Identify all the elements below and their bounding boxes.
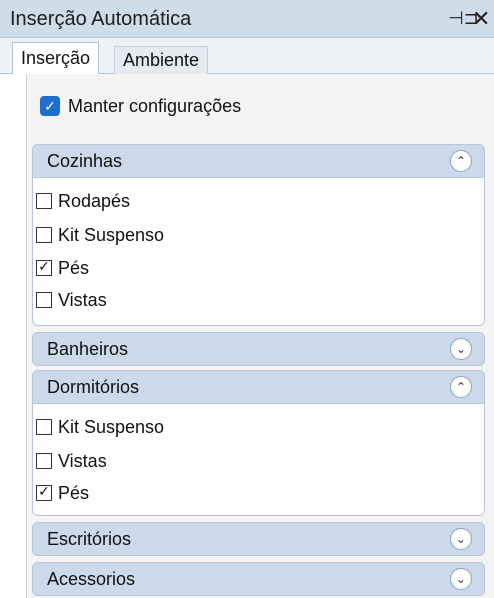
collapse-chevron-icon[interactable]: ⌃: [450, 150, 472, 172]
section-header-banheiros[interactable]: Banheiros ⌄: [32, 332, 485, 366]
checkbox-label: Vistas: [58, 450, 107, 471]
checkmark-icon: ✓: [36, 260, 52, 276]
section-header-acessorios[interactable]: Acessorios ⌄: [32, 562, 485, 596]
section-header-escritorios[interactable]: Escritórios ⌄: [32, 522, 485, 556]
checkbox-label: Pés: [58, 482, 90, 503]
close-icon[interactable]: ✕: [472, 6, 490, 32]
checkbox-label: Kit Suspenso: [58, 416, 165, 437]
collapse-chevron-icon[interactable]: ⌃: [450, 376, 472, 398]
checkbox-dormitorios-kit-suspenso[interactable]: Kit Suspenso: [36, 414, 164, 440]
checkbox-unchecked-icon: [36, 193, 52, 209]
checkbox-dormitorios-vistas[interactable]: Vistas: [36, 448, 107, 474]
checkbox-unchecked-icon: [36, 453, 52, 469]
expand-chevron-icon[interactable]: ⌄: [450, 338, 472, 360]
section-header-dormitorios[interactable]: Dormitórios ⌃: [32, 370, 485, 404]
checkbox-unchecked-icon: [36, 292, 52, 308]
section-title-banheiros: Banheiros: [47, 339, 129, 359]
tab-strip: Inserção Ambiente: [0, 38, 494, 75]
checkbox-cozinhas-rodapes[interactable]: Rodapés: [36, 188, 130, 214]
section-title-acessorios: Acessorios: [47, 569, 136, 589]
keep-settings-checkbox[interactable]: ✓ Manter configurações: [40, 92, 241, 120]
keep-settings-label: Manter configurações: [68, 95, 242, 116]
expand-chevron-icon[interactable]: ⌄: [450, 568, 472, 590]
checkbox-label: Pés: [58, 257, 90, 278]
checkbox-cozinhas-vistas[interactable]: Vistas: [36, 287, 107, 313]
section-title-dormitorios: Dormitórios: [47, 377, 140, 397]
expand-chevron-icon[interactable]: ⌄: [450, 528, 472, 550]
tab-insercao[interactable]: Inserção: [12, 42, 100, 75]
checkbox-label: Rodapés: [58, 190, 131, 211]
checkbox-unchecked-icon: [36, 419, 52, 435]
checkbox-label: Kit Suspenso: [58, 224, 165, 245]
checkbox-cozinhas-kit-suspenso[interactable]: Kit Suspenso: [36, 222, 164, 248]
tab-ambiente[interactable]: Ambiente: [114, 46, 209, 74]
checkbox-unchecked-icon: [36, 227, 52, 243]
checkbox-label: Vistas: [58, 289, 107, 310]
section-title-escritorios: Escritórios: [47, 529, 132, 549]
checkbox-dormitorios-pes[interactable]: ✓ Pés: [36, 480, 89, 506]
section-title-cozinhas: Cozinhas: [47, 151, 123, 171]
section-header-cozinhas[interactable]: Cozinhas ⌃: [32, 144, 485, 178]
checkbox-checked-icon: ✓: [40, 96, 60, 116]
panel-title-bar: Inserção Automática ⊣⊐ ✕: [0, 0, 494, 38]
checkmark-icon: ✓: [36, 485, 52, 501]
panel-title: Inserção Automática: [10, 8, 192, 30]
checkbox-cozinhas-pes[interactable]: ✓ Pés: [36, 255, 89, 281]
